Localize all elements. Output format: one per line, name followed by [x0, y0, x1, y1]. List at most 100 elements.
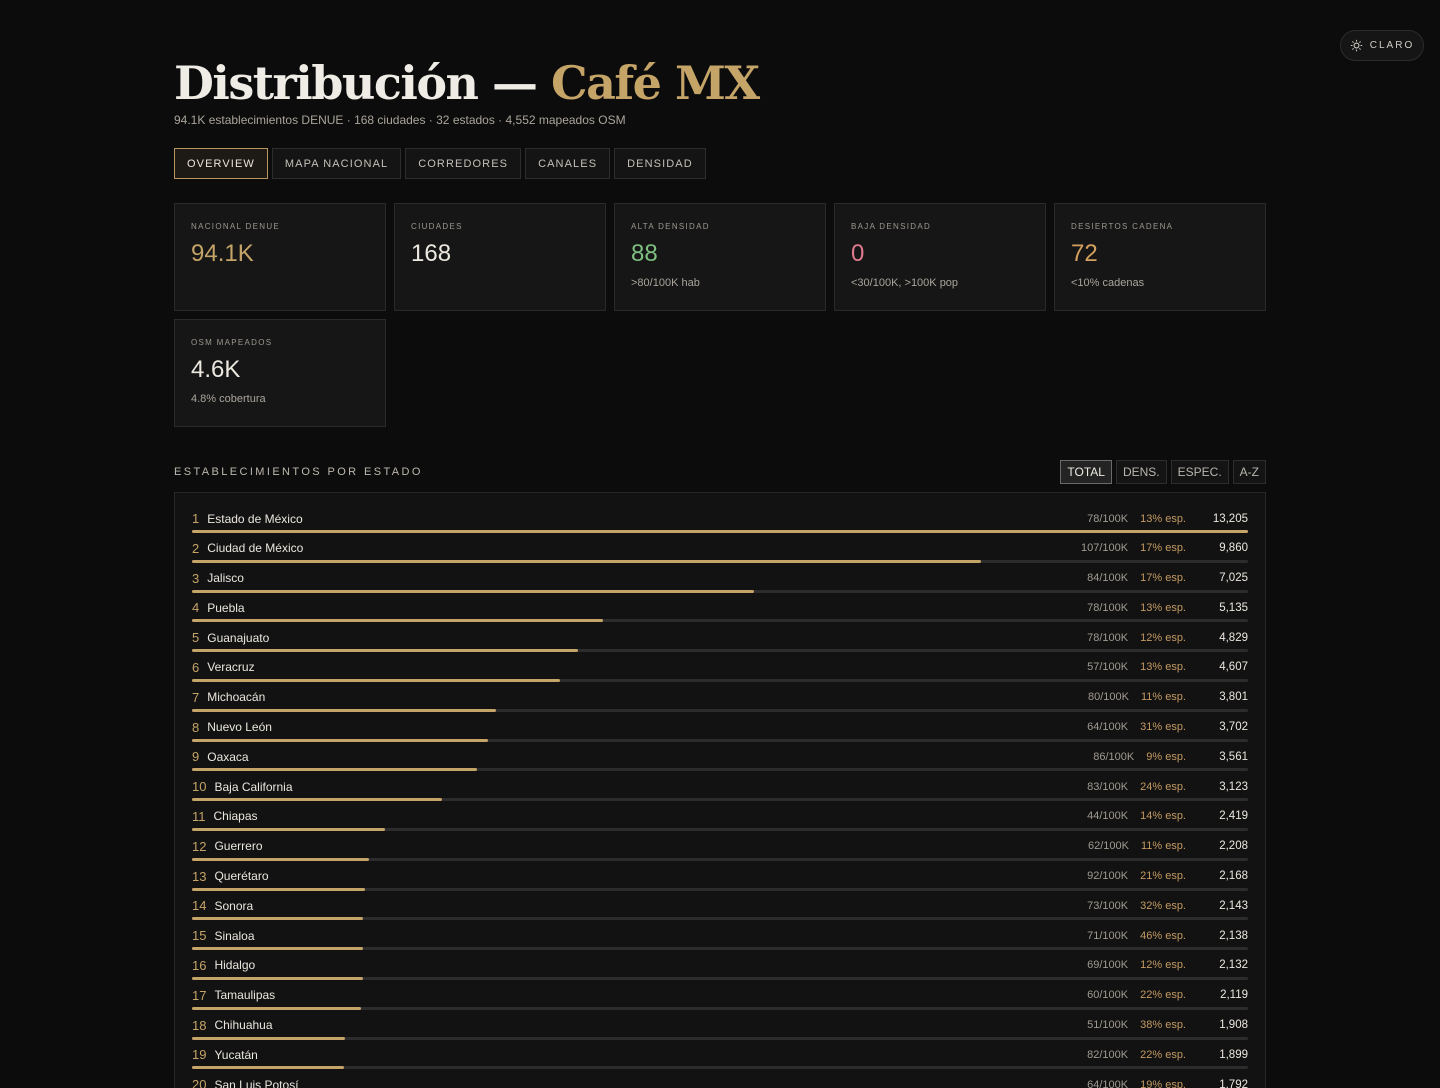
state-bar-track: [192, 1036, 1248, 1040]
sort-espec-button[interactable]: ESPEC.: [1170, 460, 1229, 484]
table-row[interactable]: 20 San Luis Potosí 64/100K 19% esp. 1,792: [192, 1074, 1248, 1088]
theme-toggle-button[interactable]: CLARO: [1340, 30, 1424, 61]
row-content: 11 Chiapas 44/100K 14% esp. 2,419: [192, 806, 1248, 827]
row-content: 13 Querétaro 92/100K 21% esp. 2,168: [192, 866, 1248, 887]
sort-total-button[interactable]: TOTAL: [1060, 460, 1112, 484]
kpi-value: 168: [411, 240, 452, 267]
state-total: 4,829: [1219, 631, 1248, 644]
state-bar-track: [192, 827, 1248, 831]
state-bar-track: [192, 857, 1248, 861]
state-rank: 16: [192, 957, 207, 973]
state-bar-fill: [192, 976, 363, 980]
row-content: 17 Tamaulipas 60/100K 22% esp. 2,119: [192, 985, 1248, 1006]
row-content: 5 Guanajuato 78/100K 12% esp. 4,829: [192, 627, 1248, 648]
table-row[interactable]: 18 Chihuahua 51/100K 38% esp. 1,908: [192, 1015, 1248, 1045]
table-row[interactable]: 3 Jalisco 84/100K 17% esp. 7,025: [192, 568, 1248, 598]
kpi-label: OSM MAPEADOS: [191, 338, 273, 347]
state-bar-fill: [192, 768, 477, 772]
row-right: 51/100K 38% esp. 1,908: [1087, 1019, 1248, 1031]
table-row[interactable]: 1 Estado de México 78/100K 13% esp. 13,205: [192, 508, 1248, 538]
table-row[interactable]: 19 Yucatán 82/100K 22% esp. 1,899: [192, 1044, 1248, 1074]
state-bar-track: [192, 708, 1248, 712]
state-name: Jalisco: [207, 571, 244, 586]
state-bar-fill: [192, 708, 496, 712]
row-right: 64/100K 19% esp. 1,792: [1087, 1079, 1248, 1088]
table-row[interactable]: 12 Guerrero 62/100K 11% esp. 2,208: [192, 836, 1248, 866]
row-content: 16 Hidalgo 69/100K 12% esp. 2,132: [192, 955, 1248, 976]
state-bar-fill: [192, 738, 488, 742]
state-rank: 9: [192, 749, 200, 765]
kpi-value: 88: [631, 240, 658, 267]
state-density: 51/100K: [1087, 1019, 1129, 1032]
row-content: 8 Nuevo León 64/100K 31% esp. 3,702: [192, 717, 1248, 738]
state-specialty: 46% esp.: [1140, 929, 1186, 942]
table-row[interactable]: 11 Chiapas 44/100K 14% esp. 2,419: [192, 806, 1248, 836]
row-right: 44/100K 14% esp. 2,419: [1087, 810, 1248, 822]
table-row[interactable]: 14 Sonora 73/100K 32% esp. 2,143: [192, 895, 1248, 925]
row-right: 78/100K 13% esp. 13,205: [1087, 513, 1248, 525]
state-density: 64/100K: [1087, 1078, 1129, 1088]
state-bar-fill: [192, 1006, 362, 1010]
kpi-label: BAJA DENSIDAD: [851, 222, 932, 231]
state-name: Oaxaca: [207, 749, 249, 764]
table-row[interactable]: 9 Oaxaca 86/100K 9% esp. 3,561: [192, 746, 1248, 776]
table-row[interactable]: 13 Querétaro 92/100K 21% esp. 2,168: [192, 866, 1248, 896]
state-bar-fill: [192, 619, 603, 623]
state-specialty: 19% esp.: [1140, 1078, 1186, 1088]
row-content: 4 Puebla 78/100K 13% esp. 5,135: [192, 597, 1248, 618]
kpi-card-ciudades: CIUDADES 168: [394, 203, 606, 311]
row-content: 15 Sinaloa 71/100K 46% esp. 2,138: [192, 925, 1248, 946]
kpi-value: 0: [851, 240, 865, 267]
table-row[interactable]: 5 Guanajuato 78/100K 12% esp. 4,829: [192, 627, 1248, 657]
table-row[interactable]: 15 Sinaloa 71/100K 46% esp. 2,138: [192, 925, 1248, 955]
state-bar-track: [192, 649, 1248, 653]
state-name: Ciudad de México: [207, 541, 304, 556]
sort-dens-button[interactable]: DENS.: [1115, 460, 1167, 484]
table-row[interactable]: 7 Michoacán 80/100K 11% esp. 3,801: [192, 687, 1248, 717]
state-total: 2,119: [1220, 989, 1248, 1002]
state-density: 73/100K: [1087, 899, 1129, 912]
table-row[interactable]: 17 Tamaulipas 60/100K 22% esp. 2,119: [192, 985, 1248, 1015]
kpi-label: NACIONAL DENUE: [191, 222, 281, 231]
state-rank: 4: [192, 600, 200, 616]
table-row[interactable]: 10 Baja California 83/100K 24% esp. 3,123: [192, 776, 1248, 806]
tab-densidad[interactable]: DENSIDAD: [614, 148, 706, 179]
kpi-cards: NACIONAL DENUE 94.1K CIUDADES 168 ALTA DENSI…: [174, 203, 1266, 427]
kpi-card-baja-densidad: BAJA DENSIDAD 0 <30/100K, >100K pop: [834, 203, 1046, 311]
tab-canales[interactable]: CANALES: [525, 148, 611, 179]
state-name: Guerrero: [214, 839, 263, 854]
kpi-sub: 4.8% cobertura: [191, 393, 266, 405]
row-content: 20 San Luis Potosí 64/100K 19% esp. 1,792: [192, 1074, 1248, 1088]
row-right: 80/100K 11% esp. 3,801: [1088, 691, 1248, 703]
state-bar-track: [192, 619, 1248, 623]
state-bar-track: [192, 947, 1248, 951]
table-row[interactable]: 6 Veracruz 57/100K 13% esp. 4,607: [192, 657, 1248, 687]
table-row[interactable]: 16 Hidalgo 69/100K 12% esp. 2,132: [192, 955, 1248, 985]
sort-az-button[interactable]: A-Z: [1232, 460, 1266, 484]
table-row[interactable]: 8 Nuevo León 64/100K 31% esp. 3,702: [192, 717, 1248, 747]
state-specialty: 32% esp.: [1140, 899, 1186, 912]
state-specialty: 9% esp.: [1146, 750, 1186, 763]
tab-mapa-nacional[interactable]: MAPA NACIONAL: [271, 148, 402, 179]
tab-overview[interactable]: OVERVIEW: [174, 148, 268, 179]
table-row[interactable]: 4 Puebla 78/100K 13% esp. 5,135: [192, 597, 1248, 627]
table-row[interactable]: 2 Ciudad de México 107/100K 17% esp. 9,860: [192, 538, 1248, 568]
state-bar-fill: [192, 947, 363, 951]
state-specialty: 13% esp.: [1140, 661, 1186, 674]
state-rank: 12: [192, 838, 207, 854]
page-subtitle: 94.1K establecimientos DENUE · 168 ciuda…: [174, 113, 626, 127]
state-total: 2,132: [1219, 959, 1248, 972]
row-left: 2 Ciudad de México: [192, 541, 303, 556]
state-name: Yucatán: [214, 1047, 258, 1062]
state-name: Nuevo León: [207, 720, 272, 735]
state-specialty: 12% esp.: [1140, 631, 1186, 644]
row-left: 11 Chiapas: [192, 809, 258, 824]
state-bar-track: [192, 738, 1248, 742]
row-right: 86/100K 9% esp. 3,561: [1093, 751, 1248, 763]
row-left: 1 Estado de México: [192, 511, 303, 526]
section-title: ESTABLECIMIENTOS POR ESTADO: [174, 466, 423, 478]
state-total: 4,607: [1219, 661, 1248, 674]
row-left: 4 Puebla: [192, 600, 245, 615]
tab-corredores[interactable]: CORREDORES: [405, 148, 522, 179]
sort-controls: TOTAL DENS. ESPEC. A-Z: [1060, 460, 1266, 484]
